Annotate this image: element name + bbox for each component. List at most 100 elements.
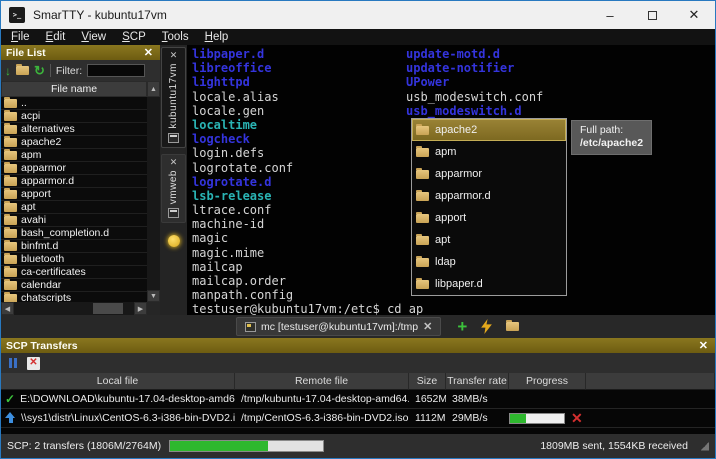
scp-column-header[interactable]: Progress [509, 373, 586, 390]
file-list-item[interactable]: avahi [1, 214, 147, 227]
scroll-left-icon[interactable]: ◀ [1, 302, 14, 315]
terminal-line: locale.gen [192, 104, 423, 118]
terminal-line: mailcap.order [192, 274, 423, 288]
autocomplete-item-apparmor[interactable]: apparmor [412, 163, 566, 185]
file-list-item[interactable]: alternatives [1, 123, 147, 136]
folder-icon [416, 280, 429, 289]
menu-item-help[interactable]: Help [197, 31, 237, 43]
menu-item-file[interactable]: File [3, 31, 38, 43]
file-list-titlebar: File List ✕ [1, 45, 160, 60]
file-list-item[interactable]: calendar [1, 279, 147, 292]
cancel-transfer-button[interactable]: ✕ [571, 412, 583, 424]
autocomplete-item-libpaper.d[interactable]: libpaper.d [412, 273, 566, 295]
folder-icon [4, 229, 17, 238]
terminal-tab[interactable]: mc [testuser@kubuntu17vm]:/tmp ✕ [236, 317, 441, 336]
hscroll-thumb[interactable] [93, 303, 123, 314]
autocomplete-item-apt[interactable]: apt [412, 229, 566, 251]
menu-item-tools[interactable]: Tools [154, 31, 197, 43]
file-list-item[interactable]: apparmor.d [1, 175, 147, 188]
folder-icon [4, 216, 17, 225]
scp-column-header[interactable]: Size [409, 373, 446, 390]
session-tab-close-icon[interactable]: ✕ [170, 51, 178, 59]
file-list-item[interactable]: chatscripts [1, 292, 147, 302]
folder-icon [4, 151, 17, 160]
terminal-tab-label: mc [testuser@kubuntu17vm]:/tmp [261, 321, 418, 333]
terminal-line: libpaper.d [192, 47, 423, 61]
minimize-button[interactable]: – [589, 1, 631, 29]
autocomplete-item-apache2[interactable]: apache2 [412, 119, 566, 141]
file-list: .. acpi alternatives apache2 apm apparmo… [1, 97, 160, 302]
autocomplete-item-apm[interactable]: apm [412, 141, 566, 163]
file-name-column-header[interactable]: File name [1, 81, 147, 97]
file-list-item[interactable]: bash_completion.d [1, 227, 147, 240]
smart-mode-sun-icon[interactable] [168, 235, 180, 247]
scp-transfer-row[interactable]: ✓E:\DOWNLOAD\kubuntu-17.04-desktop-amd64… [1, 390, 715, 409]
file-list-vscrollbar[interactable]: ▼ [147, 97, 160, 302]
scp-column-header[interactable]: Local file [1, 373, 235, 390]
session-tab-close-icon[interactable]: ✕ [170, 158, 178, 166]
terminal-line: localtime [192, 118, 423, 132]
refresh-icon[interactable]: ↻ [34, 65, 45, 77]
transfer-done-icon: ✓ [5, 392, 15, 406]
terminal[interactable]: libpaper.dlibreofficelighttpdlocale.alia… [187, 45, 715, 315]
menubar: FileEditViewSCPToolsHelp [1, 29, 715, 45]
session-tab-vmweb[interactable]: ✕ vmweb [161, 154, 186, 223]
resize-grip[interactable] [700, 442, 709, 451]
folder-icon [4, 268, 17, 277]
session-tab-strip: ✕ kubuntu17vm ✕ vmweb [160, 45, 187, 315]
quick-command-icon[interactable] [481, 319, 492, 334]
terminal-line: ltrace.conf [192, 203, 423, 217]
folder-icon [4, 242, 17, 251]
file-list-close-button[interactable]: ✕ [142, 46, 155, 59]
file-list-item[interactable]: apt [1, 201, 147, 214]
scp-table-header: Local fileRemote fileSizeTransfer ratePr… [1, 373, 715, 390]
file-list-item[interactable]: apache2 [1, 136, 147, 149]
close-button[interactable]: ✕ [673, 1, 715, 29]
autocomplete-item-apparmor.d[interactable]: apparmor.d [412, 185, 566, 207]
menu-item-edit[interactable]: Edit [38, 31, 74, 43]
file-list-item[interactable]: ca-certificates [1, 266, 147, 279]
folder-icon [416, 126, 429, 135]
autocomplete-dropdown: apache2 apm apparmor apparmor.d apport a… [411, 118, 567, 296]
file-list-item[interactable]: .. [1, 97, 147, 110]
menu-item-view[interactable]: View [73, 31, 114, 43]
filter-input[interactable] [87, 64, 145, 77]
folder-icon [416, 192, 429, 201]
hscroll-track[interactable] [14, 302, 134, 315]
terminal-right-column: update-motd.dupdate-notifierUPowerusb_mo… [406, 47, 543, 118]
new-tab-button[interactable]: + [457, 318, 467, 335]
file-list-item[interactable]: apm [1, 149, 147, 162]
terminal-tab-close-icon[interactable]: ✕ [423, 320, 432, 333]
file-list-item[interactable]: binfmt.d [1, 240, 147, 253]
scroll-right-icon[interactable]: ▶ [134, 302, 147, 315]
session-tab-kubuntu17vm[interactable]: ✕ kubuntu17vm [161, 47, 186, 148]
maximize-button[interactable] [631, 1, 673, 29]
file-list-hscrollbar[interactable]: ◀ ▶ [1, 302, 160, 315]
terminal-line: magic [192, 231, 423, 245]
autocomplete-item-apport[interactable]: apport [412, 207, 566, 229]
download-icon[interactable]: ↓ [5, 65, 11, 77]
menu-item-scp[interactable]: SCP [114, 31, 154, 43]
autocomplete-item-ldap[interactable]: ldap [412, 251, 566, 273]
file-list-item[interactable]: apport [1, 188, 147, 201]
scp-titlebar: SCP Transfers ✕ [1, 338, 715, 353]
open-session-folder-icon[interactable] [506, 322, 519, 331]
pause-icon[interactable] [9, 358, 17, 368]
terminal-left-column: libpaper.dlibreofficelighttpdlocale.alia… [192, 47, 423, 315]
file-list-item[interactable]: bluetooth [1, 253, 147, 266]
scp-column-header[interactable]: Remote file [235, 373, 409, 390]
scp-column-header[interactable] [586, 373, 715, 390]
scp-transfer-row[interactable]: \\sys1\distr\Linux\CentOS-6.3-i386-bin-D… [1, 409, 715, 428]
scroll-down-icon[interactable]: ▼ [147, 290, 160, 302]
scp-column-header[interactable]: Transfer rate [446, 373, 509, 390]
folder-icon [4, 125, 17, 134]
scp-close-button[interactable]: ✕ [697, 339, 710, 352]
cancel-transfer-icon[interactable]: ✕ [27, 357, 40, 370]
open-folder-icon[interactable] [16, 66, 29, 75]
scroll-up-icon[interactable]: ▲ [147, 81, 160, 97]
folder-icon [416, 170, 429, 179]
folder-icon [4, 177, 17, 186]
file-list-item[interactable]: acpi [1, 110, 147, 123]
file-list-item[interactable]: apparmor [1, 162, 147, 175]
terminal-line: usb_modeswitch.conf [406, 90, 543, 104]
